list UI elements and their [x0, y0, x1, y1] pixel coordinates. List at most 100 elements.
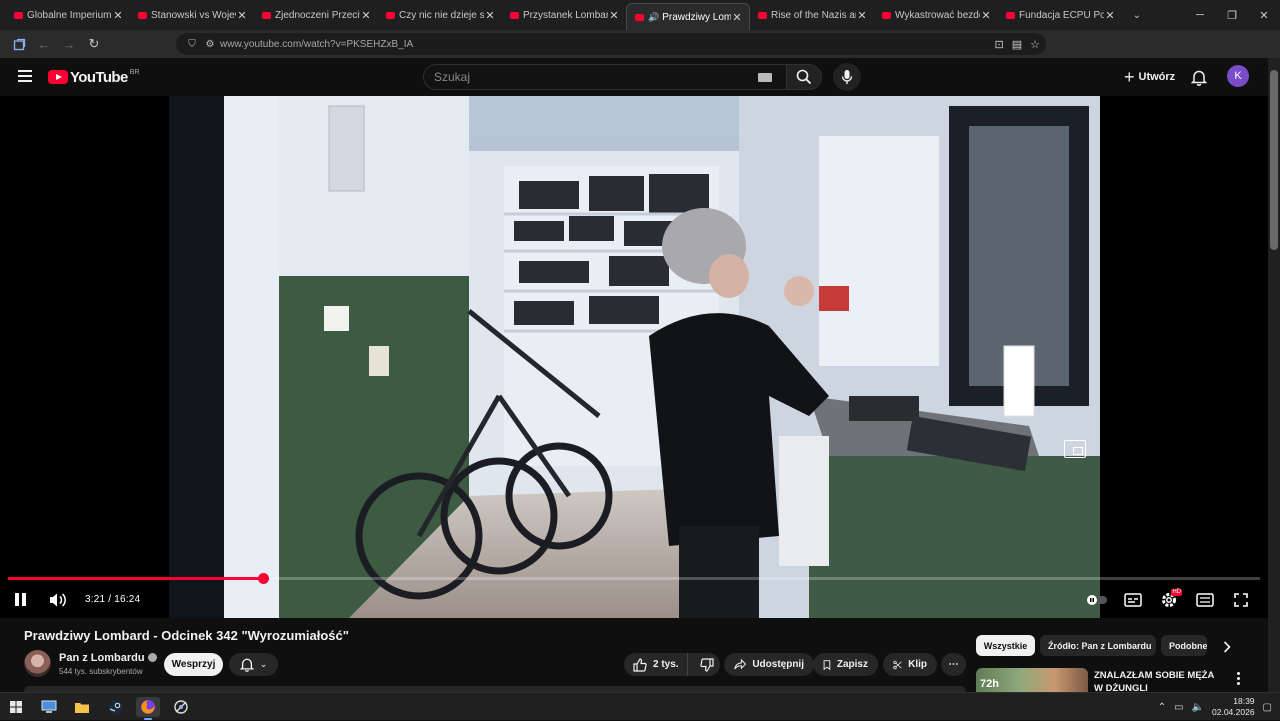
notifications-button[interactable] — [1188, 66, 1210, 88]
browser-tab[interactable]: Fundacja ECPU Polska: Łowcy✕ — [998, 0, 1122, 30]
computer-monitor-icon[interactable] — [37, 697, 61, 717]
chip-all[interactable]: Wszystkie — [976, 635, 1035, 656]
video-frame[interactable] — [169, 96, 1100, 618]
tab-close-icon[interactable]: ✕ — [856, 9, 868, 22]
steam-icon[interactable] — [103, 697, 127, 717]
scissors-icon — [893, 660, 902, 669]
reload-icon[interactable]: ↻ — [82, 32, 106, 56]
clock[interactable]: 18:39 02.04.2026 — [1212, 696, 1255, 718]
search-icon — [796, 69, 812, 85]
clock-date: 02.04.2026 — [1212, 707, 1255, 717]
volume-icon[interactable] — [47, 590, 67, 610]
player-right-controls: HD — [1086, 589, 1252, 611]
file-explorer-icon[interactable] — [70, 697, 94, 717]
tab-close-icon[interactable]: ✕ — [112, 9, 124, 22]
settings-gear-icon[interactable]: HD — [1158, 589, 1182, 611]
windows-start-icon[interactable] — [4, 697, 28, 717]
clip-button[interactable]: Klip — [883, 653, 937, 676]
browser-tab[interactable]: Globalne Imperium Bezkarności✕ — [6, 0, 130, 30]
browser-tab[interactable]: Czy nic nie dzieje się przypadkiem✕ — [378, 0, 502, 30]
youtube-favicon-icon — [510, 11, 519, 19]
create-label: Utwórz — [1138, 71, 1176, 83]
browser-tab[interactable]: Stanowski vs Wojewódzki✕ — [130, 0, 254, 30]
browser-tab[interactable]: Zjednoczeni Przeciw Rasizmowi✕ — [254, 0, 378, 30]
search-input[interactable]: Szukaj — [423, 64, 787, 90]
video-player[interactable]: 3:21 / 16:24 HD — [0, 96, 1268, 618]
create-button[interactable]: + Utwórz — [1116, 64, 1183, 90]
miniplayer-icon[interactable] — [1064, 440, 1086, 458]
recommended-video-thumbnail[interactable]: 72h — [976, 668, 1088, 692]
channel-avatar[interactable] — [24, 650, 51, 677]
restore-icon[interactable]: ❐ — [1216, 0, 1248, 30]
theater-mode-icon[interactable] — [1194, 589, 1216, 611]
progress-bar[interactable] — [8, 573, 1260, 584]
network-icon[interactable]: ▭ — [1174, 702, 1183, 713]
like-button[interactable]: 2 tys. — [624, 653, 688, 676]
tab-actions-icon[interactable] — [7, 32, 31, 56]
address-bar[interactable]: ⛉ ⚙ www.youtube.com/watch?v=PKSEHZxB_IA … — [176, 33, 1046, 55]
keyboard-icon[interactable] — [758, 73, 772, 82]
search-button[interactable] — [786, 64, 822, 90]
avatar-letter: K — [1234, 70, 1242, 82]
tab-close-icon[interactable]: ✕ — [360, 9, 372, 22]
voice-search-button[interactable] — [833, 63, 861, 91]
tune-icon[interactable]: ⚙ — [202, 39, 218, 50]
autoplay-toggle[interactable] — [1086, 589, 1108, 611]
browser-tab-active[interactable]: 🔊Prawdziwy Lombard✕ — [626, 3, 750, 30]
more-actions-icon[interactable]: ⋯ — [941, 653, 966, 676]
channel-name[interactable]: Pan z Lombardu — [59, 652, 145, 664]
satellite-app-icon[interactable] — [169, 697, 193, 717]
share-button[interactable]: Udostępnij — [724, 653, 814, 676]
subscription-notifications-button[interactable]: ⌄ — [229, 653, 278, 676]
tab-close-icon[interactable]: ✕ — [484, 9, 496, 22]
browser-tab[interactable]: Przystanek Lombard - Odcinek✕ — [502, 0, 626, 30]
youtube-logo[interactable]: YouTube BR — [48, 67, 139, 87]
site-info-icon[interactable]: ⛉ — [184, 39, 200, 50]
join-button[interactable]: Wesprzyj — [164, 653, 223, 676]
dislike-button[interactable] — [694, 657, 720, 672]
youtube-favicon-icon — [386, 11, 395, 19]
tab-close-icon[interactable]: ✕ — [236, 9, 248, 22]
tab-audio-icon[interactable]: 🔊 — [648, 12, 659, 23]
tab-close-icon[interactable]: ✕ — [980, 9, 992, 22]
tab-close-icon[interactable]: ✕ — [608, 9, 620, 22]
back-arrow-icon[interactable]: ← — [32, 32, 56, 56]
progress-fill — [8, 577, 264, 580]
pause-icon[interactable] — [14, 593, 28, 607]
microphone-icon — [841, 70, 853, 84]
install-app-icon[interactable]: ⊡ — [995, 38, 1004, 51]
kebab-menu-icon[interactable] — [1232, 670, 1244, 686]
notifications-icon[interactable]: ▢ — [1263, 702, 1272, 713]
chevron-right-icon[interactable] — [1218, 638, 1236, 656]
tab-title: Zjednoczeni Przeciw Rasizmowi — [275, 9, 360, 21]
tab-list-chevron-icon[interactable]: ⌄ — [1128, 10, 1146, 21]
account-avatar[interactable]: K — [1227, 65, 1249, 87]
system-tray: ⌃ ▭ 🔈 18:39 02.04.2026 ▢ — [1158, 693, 1272, 721]
youtube-favicon-icon — [882, 11, 891, 19]
tab-close-icon[interactable]: ✕ — [731, 11, 743, 24]
hamburger-menu-icon[interactable] — [14, 65, 36, 87]
browser-tab[interactable]: Wykastrować bezdomnego✕ — [874, 0, 998, 30]
tray-overflow-chevron-icon[interactable]: ⌃ — [1158, 702, 1166, 713]
tab-close-icon[interactable]: ✕ — [1104, 9, 1116, 22]
channel-name-link[interactable]: Pan z Lombardu — [59, 652, 157, 664]
scrollbar-thumb[interactable] — [1270, 70, 1278, 250]
save-button[interactable]: Zapisz — [813, 653, 878, 676]
bookmark-star-icon[interactable]: ☆ — [1030, 38, 1040, 51]
video-scene-image — [169, 96, 1100, 618]
chip-source-channel[interactable]: Źródło: Pan z Lombardu — [1040, 635, 1156, 656]
youtube-favicon-icon — [262, 11, 271, 19]
address-bar-actions: ⊡ ▤ ☆ — [995, 33, 1041, 55]
chip-similar[interactable]: Podobne — [1161, 635, 1207, 656]
url-text[interactable]: www.youtube.com/watch?v=PKSEHZxB_IA — [220, 39, 413, 50]
page-scrollbar[interactable] — [1268, 58, 1280, 692]
forward-arrow-icon[interactable]: → — [57, 32, 81, 56]
speaker-icon[interactable]: 🔈 — [1192, 702, 1204, 713]
reading-mode-icon[interactable]: ▤ — [1012, 38, 1022, 51]
close-window-icon[interactable]: ✕ — [1248, 0, 1280, 30]
minimize-icon[interactable]: ─ — [1184, 0, 1216, 30]
browser-tab[interactable]: Rise of the Nazis and Adolf✕ — [750, 0, 874, 30]
firefox-icon[interactable] — [136, 697, 160, 720]
fullscreen-icon[interactable] — [1230, 589, 1252, 611]
subtitles-icon[interactable] — [1122, 589, 1144, 611]
